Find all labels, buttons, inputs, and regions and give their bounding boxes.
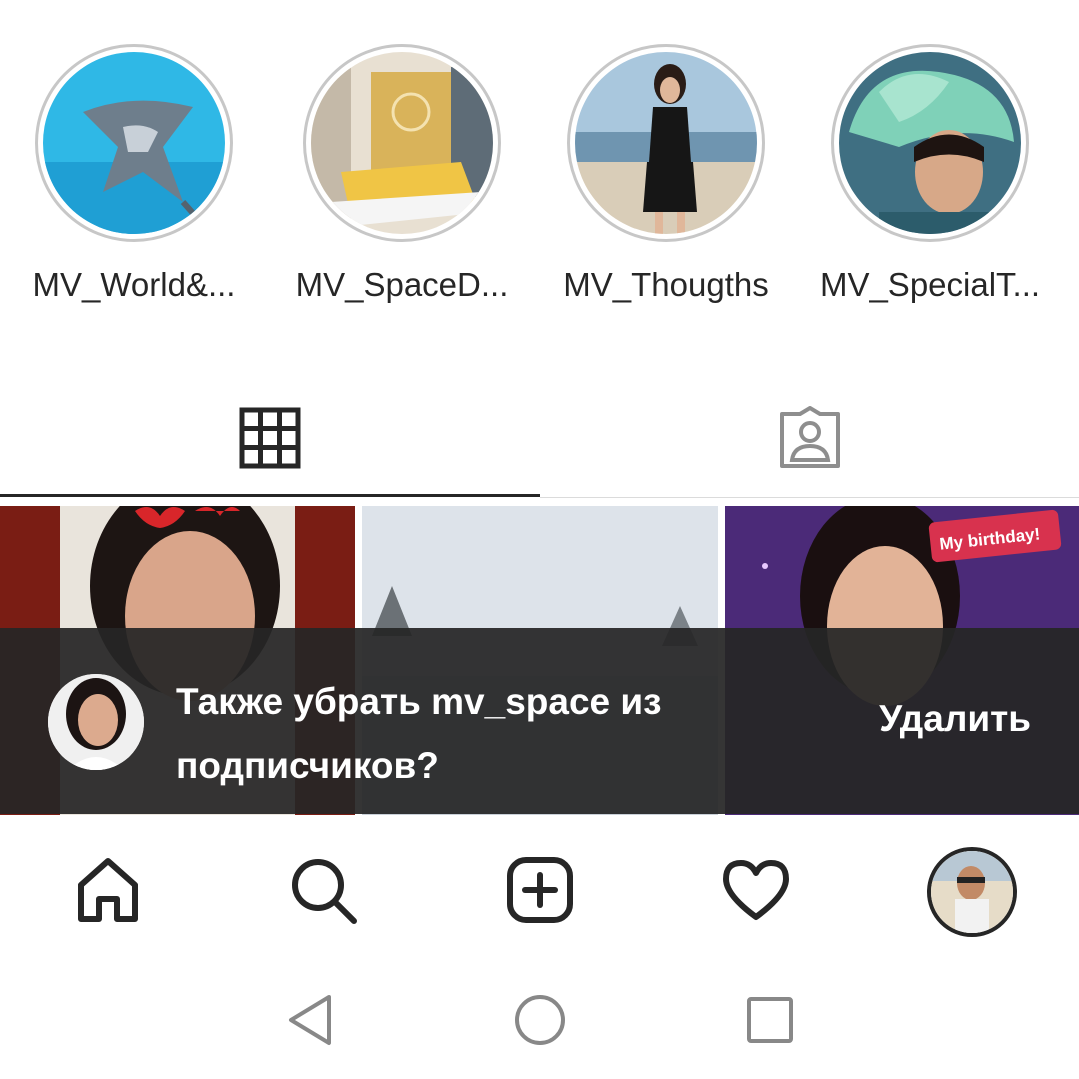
highlight-label: MV_World&... — [32, 266, 236, 303]
manta-ray-photo — [43, 52, 225, 234]
highlight-label: MV_Thougths — [563, 266, 769, 303]
tab-divider — [540, 497, 1079, 498]
profile-avatar[interactable] — [927, 847, 1017, 937]
profile-tabs — [0, 380, 1079, 500]
snackbar-message-line: Также убрать mv_space из — [176, 681, 662, 722]
nav-activity[interactable] — [716, 850, 796, 930]
highlight-ring — [35, 44, 233, 242]
bottom-nav — [0, 815, 1079, 955]
nav-home[interactable] — [68, 850, 148, 930]
system-home[interactable] — [510, 990, 570, 1050]
remove-button[interactable]: Удалить — [879, 698, 1031, 740]
highlight-ring — [567, 44, 765, 242]
home-icon — [78, 858, 138, 922]
highlight-label: MV_SpaceD... — [295, 266, 509, 303]
remove-follower-snackbar: Также убрать mv_space из подписчиков? Уд… — [0, 628, 1079, 814]
home-circle-icon — [515, 995, 565, 1045]
highlight-label: MV_SpecialT... — [819, 266, 1041, 303]
avatar — [48, 674, 144, 770]
tab-tagged[interactable] — [540, 380, 1079, 495]
hat-woman-photo — [839, 52, 1021, 234]
snackbar-message: Также убрать mv_space из подписчиков? — [176, 670, 796, 798]
nav-new-post[interactable] — [500, 850, 580, 930]
beach-woman-photo — [575, 52, 757, 234]
bedroom-photo — [311, 52, 493, 234]
system-back[interactable] — [280, 990, 340, 1050]
search-icon — [292, 859, 357, 924]
nav-search[interactable] — [283, 850, 363, 930]
grid-icon — [239, 407, 301, 468]
active-tab-indicator — [0, 494, 540, 497]
back-icon — [289, 995, 331, 1045]
system-nav — [0, 960, 1079, 1079]
system-recents[interactable] — [740, 990, 800, 1050]
recents-icon — [747, 997, 793, 1043]
snackbar-message-line: подписчиков? — [176, 745, 439, 786]
tagged-person-icon — [780, 405, 840, 468]
highlight-ring — [303, 44, 501, 242]
new-post-icon — [507, 857, 573, 923]
story-highlights: MV_World&... MV_SpaceD... MV_Thougths MV… — [0, 0, 1079, 330]
activity-heart-icon — [723, 860, 789, 920]
highlight-ring — [831, 44, 1029, 242]
tab-grid[interactable] — [0, 380, 540, 495]
